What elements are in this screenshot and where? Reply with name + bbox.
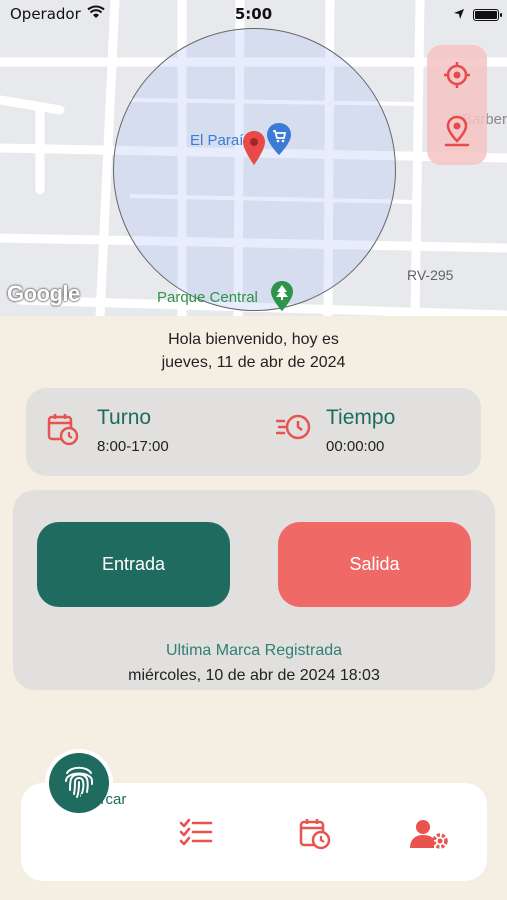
status-time: 5:00 — [234, 5, 273, 23]
nav-mark-tab[interactable]: Marcar — [45, 749, 126, 817]
map-controls — [427, 45, 487, 165]
attendance-card: Entrada Salida Ultima Marca Registrada m… — [13, 490, 495, 690]
greeting-date: jueves, 11 de abr de 2024 — [161, 354, 346, 371]
shift-info-card: Turno 8:00-17:00 Tiempo 00:00:00 — [26, 388, 481, 476]
timer-speed-icon — [275, 412, 312, 446]
map-pin-location-icon[interactable] — [443, 115, 471, 153]
location-arrow-icon — [453, 5, 465, 24]
map-label-road: RV-295 — [407, 267, 454, 283]
timer-value: 00:00:00 — [326, 438, 385, 455]
timer-title: Tiempo — [326, 406, 396, 429]
battery-icon — [473, 8, 502, 21]
shop-pin-icon — [266, 122, 292, 160]
map-label-park: Parque Central — [157, 289, 258, 306]
user-settings-icon[interactable] — [409, 818, 449, 854]
status-bar: Operador 5:00 — [0, 0, 507, 28]
checklist-icon[interactable] — [179, 818, 213, 850]
entry-button[interactable]: Entrada — [37, 522, 230, 607]
crosshair-icon[interactable] — [443, 61, 471, 93]
calendar-clock-icon — [47, 412, 79, 450]
map-view[interactable]: El Paraíso Parque Central RV-295 Barber … — [0, 0, 507, 316]
nav-mark-label: Marcar — [79, 791, 127, 808]
greeting: Hola bienvenido, hoy es jueves, 11 de ab… — [0, 328, 507, 374]
last-mark-date: miércoles, 10 de abr de 2024 18:03 — [128, 667, 380, 684]
shift-title: Turno — [97, 406, 152, 429]
calendar-history-icon[interactable] — [299, 818, 331, 854]
last-mark-title: Ultima Marca Registrada — [165, 642, 343, 659]
google-logo: Google — [7, 281, 80, 306]
exit-button[interactable]: Salida — [278, 522, 471, 607]
greeting-line: Hola bienvenido, hoy es — [168, 331, 339, 348]
current-location-pin-icon — [242, 130, 266, 170]
bottom-navigation: Marcar — [21, 749, 487, 881]
status-right — [453, 5, 502, 24]
shift-hours: 8:00-17:00 — [97, 438, 169, 455]
park-pin-icon — [270, 280, 294, 316]
